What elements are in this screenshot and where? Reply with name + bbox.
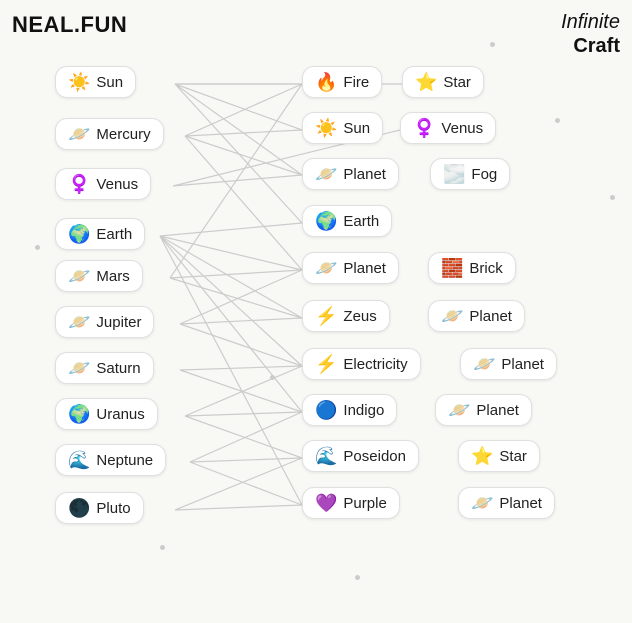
- card-label-planet5: Planet: [476, 402, 519, 419]
- card-earth[interactable]: 🌍 Earth: [55, 218, 145, 250]
- card-label-planet2: Planet: [343, 260, 386, 277]
- card-emoji-poseidon: 🌊: [315, 447, 337, 465]
- card-fire[interactable]: 🔥 Fire: [302, 66, 382, 98]
- card-label-sun: Sun: [96, 74, 123, 91]
- card-planet4[interactable]: 🪐 Planet: [460, 348, 557, 380]
- card-emoji-electricity: ⚡: [315, 355, 337, 373]
- card-emoji-planet6: 🪐: [471, 494, 493, 512]
- card-emoji-sun2: ☀️: [315, 119, 337, 137]
- card-emoji-pluto: 🌑: [68, 499, 90, 517]
- card-venus[interactable]: ♀️ Venus: [55, 168, 151, 200]
- card-emoji-brick: 🧱: [441, 259, 463, 277]
- app-title-craft: Craft: [561, 34, 620, 58]
- card-emoji-planet2: 🪐: [315, 259, 337, 277]
- card-label-venus2: Venus: [441, 120, 483, 137]
- card-label-electricity: Electricity: [343, 356, 407, 373]
- card-label-purple: Purple: [343, 495, 386, 512]
- card-emoji-planet3: 🪐: [441, 307, 463, 325]
- card-planet2[interactable]: 🪐 Planet: [302, 252, 399, 284]
- card-emoji-fire: 🔥: [315, 73, 337, 91]
- card-label-poseidon: Poseidon: [343, 448, 406, 465]
- card-emoji-earth2: 🌍: [315, 212, 337, 230]
- dot: [35, 245, 40, 250]
- card-label-star1: Star: [443, 74, 471, 91]
- card-emoji-venus2: ♀️: [413, 119, 435, 137]
- card-label-zeus: Zeus: [343, 308, 376, 325]
- card-indigo[interactable]: 🔵 Indigo: [302, 394, 397, 426]
- dot: [610, 195, 615, 200]
- card-emoji-fog: 🌫️: [443, 165, 465, 183]
- card-label-star2: Star: [499, 448, 527, 465]
- card-emoji-uranus: 🌍: [68, 405, 90, 423]
- card-emoji-planet1: 🪐: [315, 165, 337, 183]
- dot: [355, 575, 360, 580]
- card-emoji-planet4: 🪐: [473, 355, 495, 373]
- card-label-fire: Fire: [343, 74, 369, 91]
- card-emoji-saturn: 🪐: [68, 359, 90, 377]
- card-label-indigo: Indigo: [343, 402, 384, 419]
- card-poseidon[interactable]: 🌊 Poseidon: [302, 440, 419, 472]
- card-label-earth2: Earth: [343, 213, 379, 230]
- card-brick[interactable]: 🧱 Brick: [428, 252, 516, 284]
- card-emoji-earth: 🌍: [68, 225, 90, 243]
- site-title: NEAL.FUN: [12, 12, 127, 38]
- card-label-uranus: Uranus: [96, 406, 144, 423]
- card-zeus[interactable]: ⚡ Zeus: [302, 300, 390, 332]
- card-emoji-star1: ⭐: [415, 73, 437, 91]
- card-label-planet6: Planet: [499, 495, 542, 512]
- card-sun2[interactable]: ☀️ Sun: [302, 112, 383, 144]
- card-label-brick: Brick: [469, 260, 502, 277]
- card-label-planet3: Planet: [469, 308, 512, 325]
- card-label-sun2: Sun: [343, 120, 370, 137]
- card-label-earth: Earth: [96, 226, 132, 243]
- card-planet6[interactable]: 🪐 Planet: [458, 487, 555, 519]
- card-emoji-mercury: 🪐: [68, 125, 90, 143]
- card-planet1[interactable]: 🪐 Planet: [302, 158, 399, 190]
- card-emoji-purple: 💜: [315, 494, 337, 512]
- card-mercury[interactable]: 🪐 Mercury: [55, 118, 164, 150]
- card-fog[interactable]: 🌫️ Fog: [430, 158, 510, 190]
- card-emoji-jupiter: 🪐: [68, 313, 90, 331]
- card-label-pluto: Pluto: [96, 500, 130, 517]
- card-emoji-neptune: 🌊: [68, 451, 90, 469]
- card-emoji-sun: ☀️: [68, 73, 90, 91]
- card-label-neptune: Neptune: [96, 452, 153, 469]
- dot: [270, 375, 275, 380]
- dot: [555, 118, 560, 123]
- card-emoji-indigo: 🔵: [315, 401, 337, 419]
- card-label-saturn: Saturn: [96, 360, 140, 377]
- card-saturn[interactable]: 🪐 Saturn: [55, 352, 154, 384]
- card-emoji-mars: 🪐: [68, 267, 90, 285]
- card-label-planet4: Planet: [501, 356, 544, 373]
- card-electricity[interactable]: ⚡ Electricity: [302, 348, 421, 380]
- card-pluto[interactable]: 🌑 Pluto: [55, 492, 144, 524]
- card-label-mars: Mars: [96, 268, 129, 285]
- card-emoji-planet5: 🪐: [448, 401, 470, 419]
- card-planet3[interactable]: 🪐 Planet: [428, 300, 525, 332]
- card-planet5[interactable]: 🪐 Planet: [435, 394, 532, 426]
- card-label-venus: Venus: [96, 176, 138, 193]
- app-title: Infinite Craft: [561, 10, 620, 58]
- card-jupiter[interactable]: 🪐 Jupiter: [55, 306, 154, 338]
- dot: [160, 545, 165, 550]
- card-label-jupiter: Jupiter: [96, 314, 141, 331]
- card-mars[interactable]: 🪐 Mars: [55, 260, 143, 292]
- card-neptune[interactable]: 🌊 Neptune: [55, 444, 166, 476]
- card-emoji-star2: ⭐: [471, 447, 493, 465]
- card-sun[interactable]: ☀️ Sun: [55, 66, 136, 98]
- card-label-fog: Fog: [471, 166, 497, 183]
- card-earth2[interactable]: 🌍 Earth: [302, 205, 392, 237]
- app-title-infinite: Infinite: [561, 10, 620, 34]
- card-star1[interactable]: ⭐ Star: [402, 66, 484, 98]
- card-venus2[interactable]: ♀️ Venus: [400, 112, 496, 144]
- card-emoji-venus: ♀️: [68, 175, 90, 193]
- card-star2[interactable]: ⭐ Star: [458, 440, 540, 472]
- card-label-planet1: Planet: [343, 166, 386, 183]
- card-label-mercury: Mercury: [96, 126, 150, 143]
- dot: [490, 42, 495, 47]
- card-purple[interactable]: 💜 Purple: [302, 487, 400, 519]
- card-emoji-zeus: ⚡: [315, 307, 337, 325]
- card-uranus[interactable]: 🌍 Uranus: [55, 398, 158, 430]
